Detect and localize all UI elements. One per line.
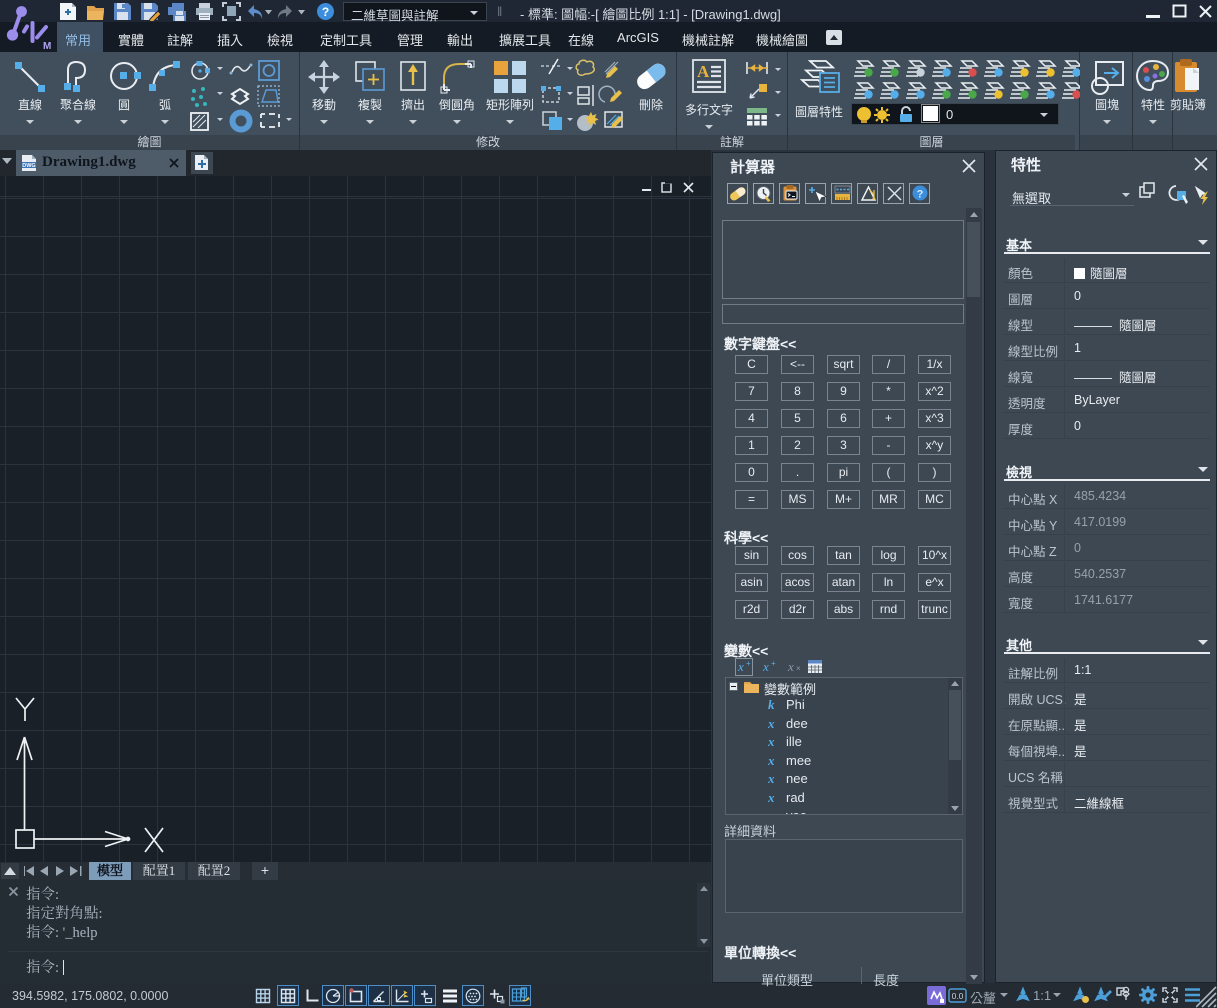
svg-text:+: + [746, 659, 751, 668]
svg-text:?: ? [322, 5, 329, 19]
svg-text:?: ? [917, 189, 924, 201]
svg-text:DWG: DWG [22, 163, 35, 169]
svg-text:A: A [697, 62, 710, 81]
svg-text:x: x [737, 659, 744, 674]
svg-text:×: × [796, 664, 801, 673]
svg-text:+: + [771, 659, 776, 668]
svg-text:x: x [787, 659, 794, 674]
svg-text:0.0: 0.0 [952, 991, 964, 1001]
svg-text:x: x [762, 659, 769, 674]
